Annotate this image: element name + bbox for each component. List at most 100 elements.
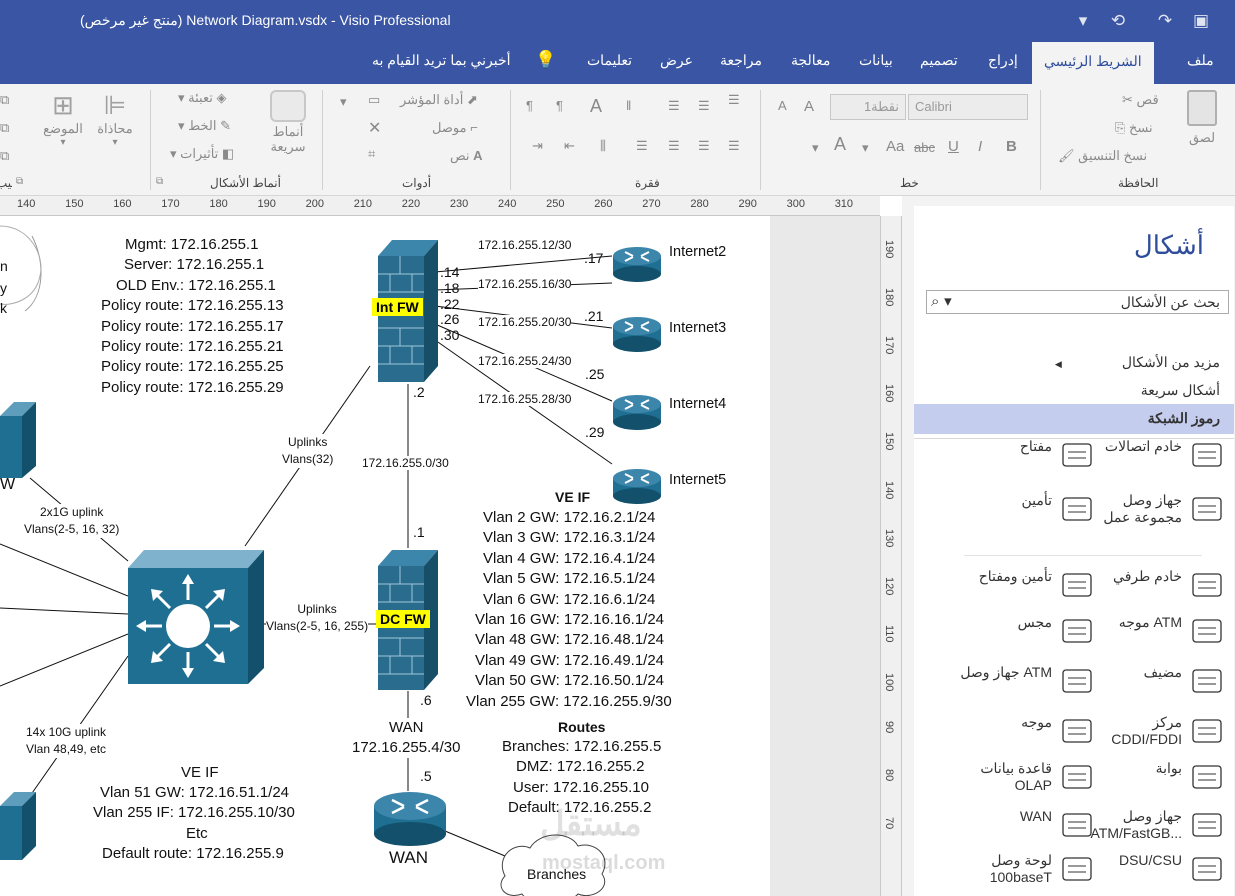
stencil-item[interactable]: بوابة <box>1074 756 1224 802</box>
stencil-item[interactable]: تأمين ومفتاح <box>944 564 1094 610</box>
tab-process[interactable]: معالجة <box>791 52 830 69</box>
drawing-page[interactable]: Mgmt: 172.16.255.1 Server: 172.16.255.1 OL… <box>0 216 770 896</box>
align-button[interactable]: ⊫ محاذاة ▾ <box>92 90 138 148</box>
bold-icon[interactable]: B <box>1006 138 1017 155</box>
font-size-box[interactable]: 1نقطة <box>830 94 906 120</box>
connector-button[interactable]: موصل ⌐ <box>432 120 478 136</box>
stencil-item[interactable]: جهاز وصل مجموعة عمل <box>1074 488 1224 534</box>
strikethrough-icon[interactable]: abc <box>914 140 935 155</box>
align-center-icon[interactable]: ☰ <box>698 138 710 154</box>
cut-button[interactable]: ✂ قص <box>1122 92 1159 108</box>
tab-review[interactable]: مراجعة <box>720 52 762 69</box>
decrease-indent-icon[interactable]: ⇤ <box>564 138 575 154</box>
undo-icon[interactable]: ↷ <box>1152 8 1178 34</box>
line-button[interactable]: ▾ الخط ✎ <box>178 118 231 134</box>
tab-file[interactable]: ملف <box>1187 52 1214 69</box>
font-color-dropdown[interactable]: ▾ <box>862 140 869 156</box>
vlan-gateway-line: Vlan 48 GW: 172.16.48.1/24 <box>475 631 665 649</box>
key-icon <box>1060 438 1094 472</box>
stencil-item[interactable]: مضيف <box>1074 660 1224 706</box>
stencil-item[interactable]: جهاز وصل ATM/FastGB... <box>1074 804 1224 850</box>
tab-insert[interactable]: إدراج <box>988 52 1018 69</box>
wan-link-label: WAN 172.16.255.4/30 <box>352 718 461 758</box>
text-block-icon[interactable]: A <box>590 96 602 117</box>
int-fw-label[interactable]: Int FW <box>372 298 423 316</box>
distribute-icon[interactable]: ⫼ <box>600 138 606 154</box>
shape-styles-launcher-icon[interactable]: ⧉ <box>156 176 163 187</box>
drawing-canvas[interactable]: Mgmt: 172.16.255.1 Server: 172.16.255.1 OL… <box>0 216 880 896</box>
font-color-icon[interactable]: A <box>834 134 846 155</box>
bullets-icon[interactable]: ☰ <box>728 92 740 108</box>
paste-button[interactable]: لصق <box>1182 90 1222 146</box>
underline-icon[interactable]: U <box>948 138 959 155</box>
stencil-item[interactable]: DSU/CSU <box>1074 848 1224 894</box>
increase-indent-icon[interactable]: ⇥ <box>532 138 543 154</box>
font-name-box[interactable]: Calibri <box>908 94 1028 120</box>
stencil-item[interactable]: موجه ATM <box>1074 610 1224 656</box>
align-right-icon[interactable]: ☰ <box>728 138 740 154</box>
change-case-icon[interactable]: Aa <box>886 138 904 155</box>
save-icon[interactable]: ▣ <box>1188 8 1214 34</box>
stencil-item[interactable]: جهاز وصل ATM <box>944 660 1094 706</box>
align-middle-icon[interactable]: ☰ <box>668 98 680 114</box>
redo-icon[interactable]: ⟲ <box>1105 8 1131 34</box>
quick-styles-button[interactable]: أنماط سريعة <box>262 90 314 154</box>
stencil-item[interactable]: تأمين <box>944 488 1094 534</box>
send-backward-icon[interactable]: ⧉ <box>0 120 9 136</box>
grow-font-icon[interactable]: A <box>804 98 814 115</box>
stencil-item[interactable]: خادم طرفي <box>1074 564 1224 610</box>
group-objects-icon[interactable]: ⧉ <box>0 148 9 164</box>
tell-me-box[interactable]: أخبرني بما تريد القيام به <box>372 52 511 69</box>
internet-router-icon <box>613 317 661 352</box>
justify-icon[interactable]: ☰ <box>636 138 648 154</box>
quick-shapes-item[interactable]: أشكال سريعة <box>1141 382 1220 399</box>
stencil-item[interactable]: WAN <box>944 804 1094 850</box>
shrink-font-icon[interactable]: A <box>778 98 787 113</box>
terminal-server-icon <box>1190 568 1224 602</box>
shapes-dropdown[interactable]: ▾ <box>340 94 347 110</box>
text-direction-icon[interactable]: ‖ <box>626 98 631 113</box>
bring-forward-icon[interactable]: ⧉ <box>0 92 9 108</box>
router-icon <box>1060 714 1094 748</box>
stencil-item[interactable]: مركز CDDI/FDDI <box>1074 710 1224 756</box>
tab-data[interactable]: بيانات <box>859 52 893 69</box>
crop-icon[interactable]: ⌗ <box>368 146 375 162</box>
network-symbols-stencil[interactable]: رموز الشبكة <box>914 404 1234 434</box>
stencil-item[interactable]: لوحة وصل 100baseT <box>944 848 1094 894</box>
arrange-launcher-icon[interactable]: ⧉ <box>16 176 23 187</box>
fill-button[interactable]: ▾ تعبئة ◈ <box>178 90 226 106</box>
internet-router-icon <box>613 469 661 504</box>
italic-icon[interactable]: I <box>978 138 982 155</box>
rtl-icon[interactable]: ¶ <box>556 98 563 113</box>
font-more-dropdown[interactable]: ▾ <box>812 140 819 156</box>
text-tool-button[interactable]: نص A <box>450 148 483 164</box>
shape-search-input[interactable]: بحث عن الأشكال ⌕ ▾ <box>926 290 1229 314</box>
brush-icon: 🖌 <box>1058 148 1075 163</box>
tab-design[interactable]: تصميم <box>920 52 958 69</box>
tab-help[interactable]: تعليمات <box>587 52 632 69</box>
ruler-tick: 170 <box>883 336 895 355</box>
stencil-item[interactable]: مفتاح <box>944 434 1094 480</box>
close-icon[interactable]: ✕ <box>368 118 381 138</box>
format-painter-button[interactable]: 🖌 نسخ التنسيق <box>1058 148 1147 164</box>
copy-button[interactable]: ⎘ نسخ <box>1115 120 1153 136</box>
stencil-item[interactable]: قاعدة بيانات OLAP <box>944 756 1094 802</box>
align-left-icon[interactable]: ☰ <box>668 138 680 154</box>
stencil-item[interactable]: موجه <box>944 710 1094 756</box>
position-button[interactable]: ⊞ الموضع ▾ <box>38 90 88 148</box>
rectangle-icon[interactable]: ▭ <box>368 92 380 108</box>
ltr-icon[interactable]: ¶ <box>526 98 533 113</box>
fddi-icon <box>1190 714 1224 748</box>
stencil-item[interactable]: خادم اتصالات <box>1074 434 1224 480</box>
customize-icon[interactable]: ▾ <box>1070 8 1096 34</box>
more-shapes-item[interactable]: ◀ مزيد من الأشكال <box>1055 354 1220 371</box>
search-icon[interactable]: ⌕ ▾ <box>931 292 952 310</box>
tab-view[interactable]: عرض <box>660 52 693 69</box>
vlan-line: Vlan 255 IF: 172.16.255.10/30 <box>93 804 295 822</box>
stencil-item[interactable]: مجس <box>944 610 1094 656</box>
tab-home[interactable]: الشريط الرئيسي <box>1032 42 1154 84</box>
effects-button[interactable]: ▾ تأثيرات ◧ <box>170 146 234 162</box>
dc-fw-label[interactable]: DC FW <box>376 610 430 628</box>
align-top-icon[interactable]: ☰ <box>698 98 710 114</box>
pointer-tool-button[interactable]: أداة المؤشر ⬈ <box>400 92 478 108</box>
